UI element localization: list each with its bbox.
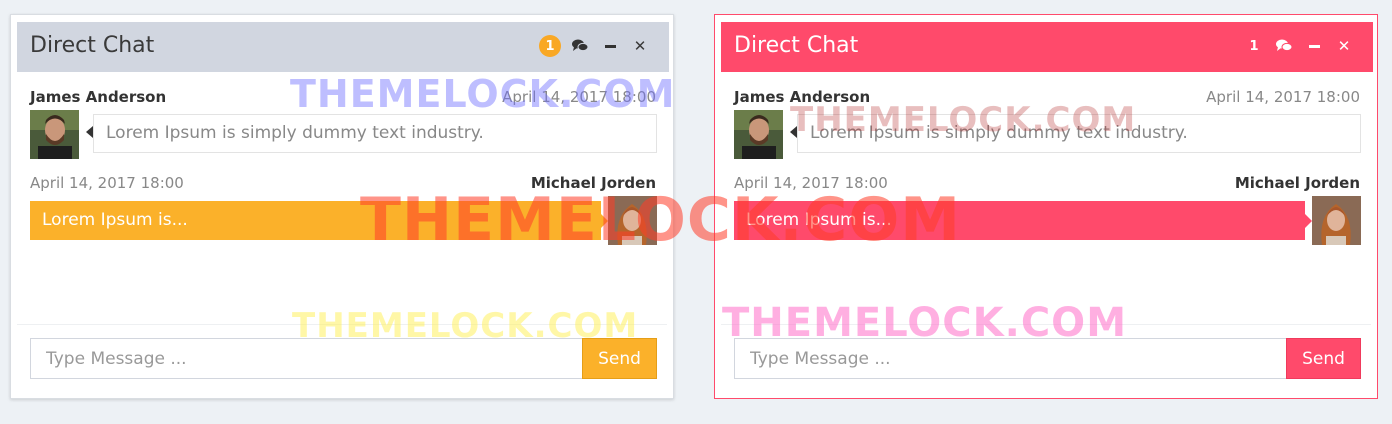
chat-header: Direct Chat 1 ✕: [721, 22, 1373, 72]
minimize-icon[interactable]: [1299, 34, 1329, 58]
footer-divider: [17, 324, 667, 325]
message-timestamp: April 14, 2017 18:00: [734, 174, 888, 192]
close-icon[interactable]: ✕: [625, 34, 655, 58]
chat-header: Direct Chat 1 ✕: [17, 22, 669, 72]
outgoing-message-bubble: Lorem Ipsum is...: [30, 201, 601, 240]
avatar-james: [734, 110, 783, 159]
close-icon[interactable]: ✕: [1329, 34, 1359, 58]
outgoing-bubble-arrow: [601, 214, 608, 228]
chat-tools: 1 ✕: [1239, 34, 1359, 58]
incoming-message-bubble: Lorem Ipsum is simply dummy text industr…: [797, 114, 1361, 153]
message-timestamp: April 14, 2017 18:00: [1206, 88, 1360, 106]
avatar-michael: [1312, 196, 1361, 245]
incoming-bubble-arrow: [790, 126, 797, 138]
new-messages-badge: 1: [1249, 38, 1259, 54]
incoming-message-bubble: Lorem Ipsum is simply dummy text industr…: [93, 114, 657, 153]
new-messages-badge: 1: [535, 34, 565, 58]
chat-title: Direct Chat: [734, 33, 859, 58]
footer-divider: [721, 324, 1371, 325]
incoming-bubble-arrow: [86, 126, 93, 138]
direct-chat-widget-1: Direct Chat 1 ✕ James Anderson April 14,…: [10, 14, 674, 399]
message-timestamp: April 14, 2017 18:00: [30, 174, 184, 192]
message-timestamp: April 14, 2017 18:00: [502, 88, 656, 106]
message-sender-name: Michael Jorden: [1234, 174, 1360, 192]
avatar-james: [30, 110, 79, 159]
chat-tools: 1 ✕: [535, 34, 655, 58]
message-sender-name: James Anderson: [734, 88, 871, 106]
outgoing-bubble-arrow: [1305, 214, 1312, 228]
chat-title: Direct Chat: [30, 33, 155, 58]
comments-icon[interactable]: [565, 34, 595, 58]
avatar-michael: [608, 196, 657, 245]
send-button[interactable]: Send: [1286, 338, 1361, 379]
message-input[interactable]: [734, 338, 1287, 379]
minimize-icon[interactable]: [595, 34, 625, 58]
direct-chat-widget-2: Direct Chat 1 ✕ James Anderson April 14,…: [714, 14, 1378, 399]
message-sender-name: James Anderson: [30, 88, 167, 106]
message-sender-name: Michael Jorden: [530, 174, 656, 192]
send-button[interactable]: Send: [582, 338, 657, 379]
message-input[interactable]: [30, 338, 583, 379]
outgoing-message-bubble: Lorem Ipsum is...: [734, 201, 1305, 240]
comments-icon[interactable]: [1269, 34, 1299, 58]
